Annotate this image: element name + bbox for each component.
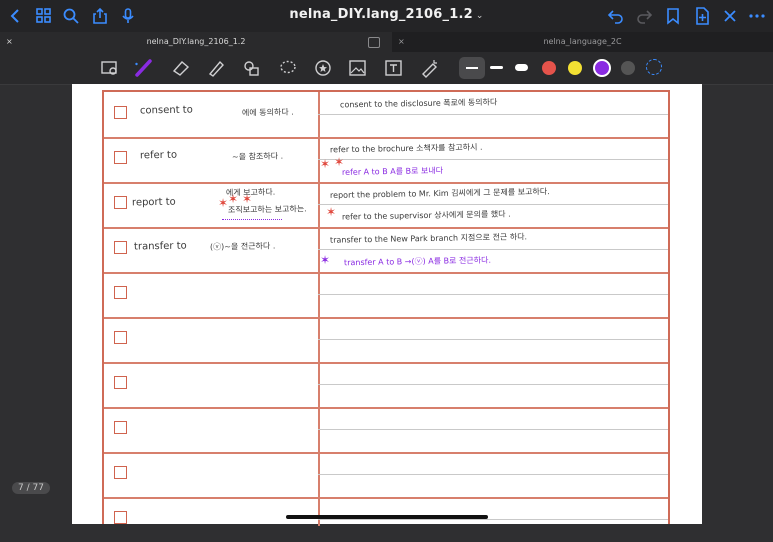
table-row [104,497,668,542]
example-text-purple: refer A to B A를 B로 보내다 [341,166,444,177]
highlighter-icon[interactable] [205,58,227,78]
tab-label: nelna_DIY.lang_2106_1.2 [146,37,246,46]
stroke-thick[interactable] [515,64,528,71]
example-text-purple: transfer A to B →(ⓥ) A를 B로 전근하다. [343,255,492,268]
stroke-medium[interactable] [490,66,503,69]
term-text: refer to [139,149,178,162]
table-row: report to 에게 보고하다. ✶ ✶ ✶ 조직보고하는 보고하는. re… [104,182,668,229]
checkbox[interactable] [114,106,127,119]
tab-nelna-language[interactable]: × nelna_language_2C [392,32,773,52]
document-title[interactable]: nelna_DIY.lang_2106_1.2 ⌄ [0,7,773,22]
example-text: report the problem to Mr. Kim 김씨에게 그 문제를… [329,187,550,200]
stroke-thin-selected[interactable] [459,57,485,79]
example-text: refer to the brochure 소책자를 참고하시 . [329,142,483,155]
table-row: transfer to (ⓥ)~을 전근하다 . transfer to the… [104,227,668,274]
red-star-icon: ✶ [326,205,337,219]
color-yellow-swatch[interactable] [568,61,582,75]
example-text: refer to the supervisor 상사에게 문의를 했다 . [341,209,511,222]
tab-strip: × nelna_DIY.lang_2106_1.2 × nelna_langua… [0,32,773,52]
meaning-text: (ⓥ)~을 전근하다 . [209,241,276,252]
checkbox[interactable] [114,286,127,299]
page-indicator[interactable]: 7 / 77 [12,482,50,494]
table-row [104,362,668,409]
color-purple-swatch-selected[interactable] [593,59,611,77]
checkbox[interactable] [114,196,127,209]
add-color-icon[interactable] [646,59,662,75]
checkbox[interactable] [114,331,127,344]
shapes-icon[interactable] [241,58,263,78]
close-tools-icon[interactable] [720,6,740,26]
table-row [104,317,668,364]
pen-icon[interactable] [133,58,155,78]
term-text: report to [131,196,176,209]
checkbox[interactable] [114,466,127,479]
checkbox[interactable] [114,376,127,389]
table-row [104,452,668,499]
color-dark-swatch[interactable] [621,61,635,75]
example-text: transfer to the New Park branch 지점으로 전근 … [329,232,528,245]
split-view-icon[interactable] [368,37,380,48]
red-star-icon: ✶ [218,196,229,210]
term-text: consent to [139,104,193,117]
redo-icon[interactable] [634,6,654,26]
table-row: refer to ~을 참조하다 . refer to the brochure… [104,137,668,184]
table-row: consent to 에에 동의하다 . consent to the disc… [104,92,668,139]
purple-star-icon: ✶ [320,253,331,267]
red-star-icon: ✶ [320,157,331,171]
checkbox[interactable] [114,421,127,434]
text-box-icon[interactable] [383,58,405,78]
top-bar: nelna_DIY.lang_2106_1.2 ⌄ [0,0,773,32]
table-row [104,407,668,454]
meaning-text: ~을 참조하다 . [231,151,284,162]
laser-pointer-icon[interactable] [418,58,440,78]
table-row [104,272,668,319]
checkbox[interactable] [114,511,127,524]
image-icon[interactable] [347,58,369,78]
tab-label: nelna_language_2C [543,37,622,46]
lasso-icon[interactable] [277,58,299,78]
sticker-icon[interactable] [312,58,334,78]
purple-underline [222,216,282,220]
meaning-text-2: 조직보고하는 보고하는. [227,204,307,215]
color-red-swatch[interactable] [542,61,556,75]
checkbox[interactable] [114,241,127,254]
example-text: consent to the disclosure 폭로에 동의하다 [339,97,498,110]
lasso-image-icon[interactable] [99,58,121,78]
vocabulary-table: consent to 에에 동의하다 . consent to the disc… [102,90,670,526]
tab-nelna-diy[interactable]: × nelna_DIY.lang_2106_1.2 [0,32,392,52]
meaning-text: 에에 동의하다 . [241,107,294,118]
checkbox[interactable] [114,151,127,164]
more-options-icon[interactable] [747,6,767,26]
home-indicator[interactable] [286,515,488,519]
drawing-toolbar [0,52,773,85]
bookmark-icon[interactable] [663,6,683,26]
add-page-icon[interactable] [692,6,712,26]
notebook-page[interactable]: consent to 에에 동의하다 . consent to the disc… [72,84,702,526]
eraser-icon[interactable] [170,58,192,78]
term-text: transfer to [133,240,187,253]
undo-icon[interactable] [606,6,626,26]
